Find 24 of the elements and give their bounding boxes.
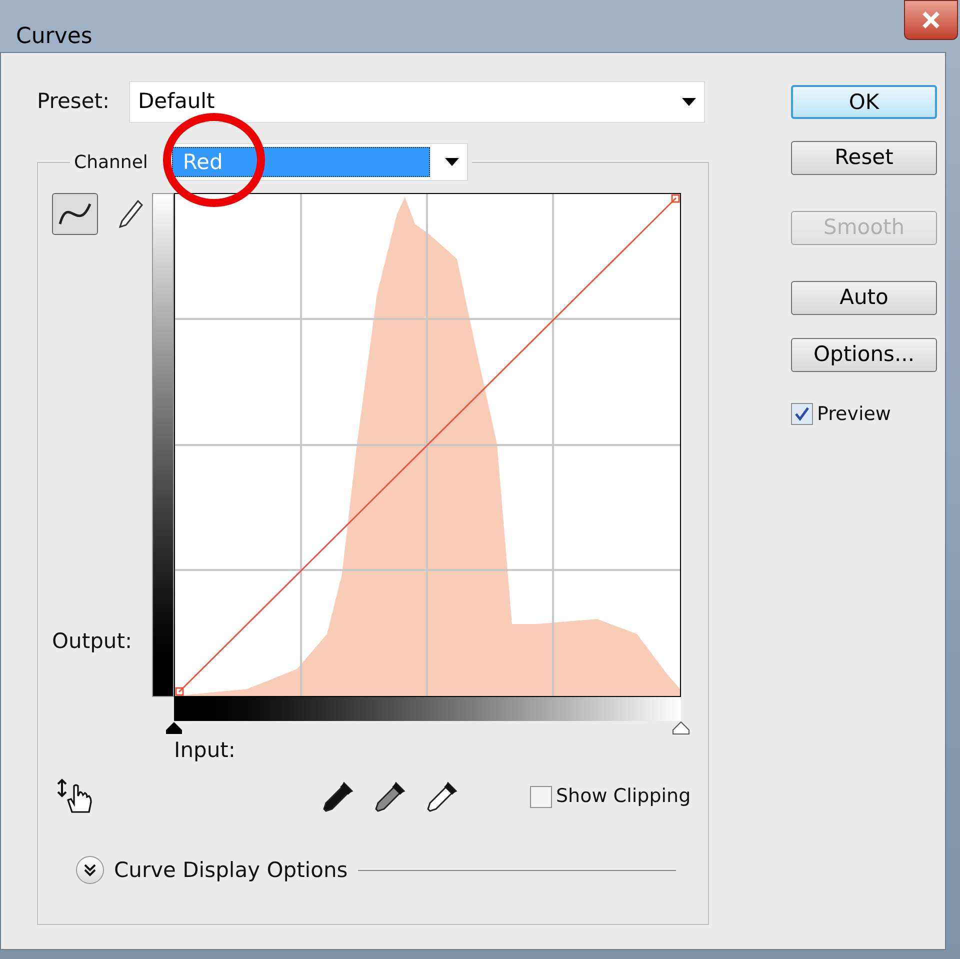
dialog-button[interactable]: Auto bbox=[791, 281, 937, 315]
channel-label: Channel bbox=[74, 150, 149, 174]
window-title: Curves bbox=[16, 23, 92, 51]
checkbox-label: Preview bbox=[817, 402, 891, 427]
checkbox-label: Show Clipping bbox=[556, 784, 691, 810]
input-label: Input: bbox=[174, 737, 236, 764]
slider-handle-icon[interactable] bbox=[672, 721, 690, 735]
preview-checkbox[interactable] bbox=[791, 403, 813, 426]
expand-toggle-button[interactable] bbox=[76, 856, 104, 884]
dialog-button[interactable]: OK bbox=[791, 85, 937, 119]
show-clipping-checkbox[interactable] bbox=[530, 786, 552, 808]
close-icon bbox=[921, 11, 941, 29]
display-options-label: Curve Display Options bbox=[114, 856, 348, 884]
curve-tool-icon[interactable] bbox=[52, 193, 98, 235]
dialog-button[interactable]: Reset bbox=[791, 141, 937, 175]
preset-dropdown[interactable]: Default bbox=[129, 81, 705, 123]
caret-icon bbox=[444, 158, 459, 166]
slider-handle-icon[interactable] bbox=[165, 721, 183, 735]
dialog-button[interactable]: Options... bbox=[791, 338, 937, 372]
close-button[interactable] bbox=[904, 0, 958, 40]
preset-label: Preset: bbox=[37, 88, 111, 116]
output-label: Output: bbox=[52, 628, 134, 654]
chevron-down-icon bbox=[84, 863, 96, 878]
caret-icon bbox=[682, 98, 696, 106]
